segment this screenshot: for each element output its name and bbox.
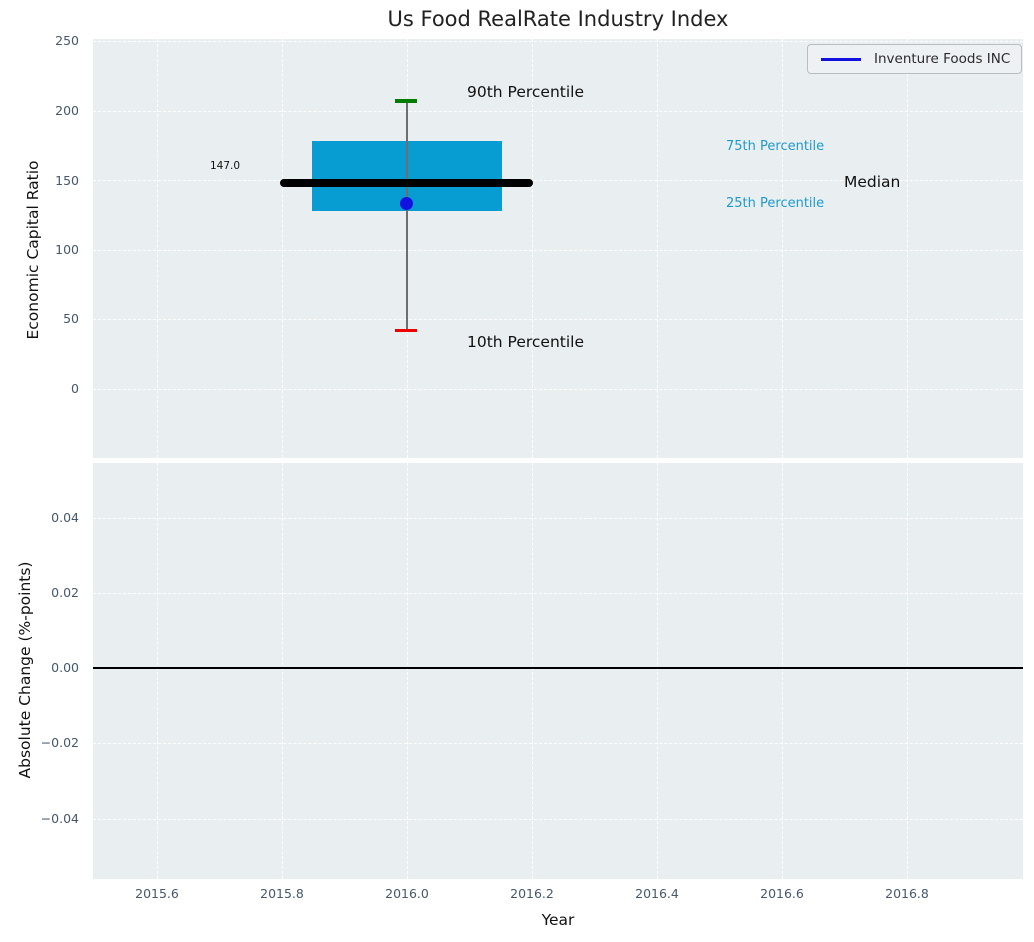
gridline xyxy=(93,319,1023,320)
gridline xyxy=(93,518,1023,519)
legend-line-sample xyxy=(821,58,861,61)
x-tick-label: 2016.4 xyxy=(617,886,697,902)
gridline xyxy=(157,39,158,458)
gridline xyxy=(782,39,783,458)
gridline xyxy=(907,39,908,458)
gridline xyxy=(93,819,1023,820)
gridline xyxy=(782,463,783,879)
x-tick-label: 2016.6 xyxy=(742,886,822,902)
gridline xyxy=(907,463,908,879)
gridline xyxy=(282,39,283,458)
boxplot-90th-cap xyxy=(395,99,417,103)
gridline xyxy=(657,463,658,879)
annotation-median-value: 147.0 xyxy=(199,160,251,172)
x-tick-label: 2016.0 xyxy=(367,886,447,902)
y-tick-label: 0.02 xyxy=(0,585,79,601)
x-tick-label: 2015.8 xyxy=(242,886,322,902)
gridline xyxy=(93,743,1023,744)
gridline xyxy=(93,250,1023,251)
bottom-y-axis-label: Absolute Change (%-points) xyxy=(16,562,34,779)
gridline xyxy=(93,593,1023,594)
boxplot-whisker-line xyxy=(406,101,408,332)
annotation-25th-percentile: 25th Percentile xyxy=(726,196,824,211)
gridline xyxy=(93,389,1023,390)
y-tick-label: 0.04 xyxy=(0,510,79,526)
x-tick-label: 2015.6 xyxy=(117,886,197,902)
boxplot-10th-cap xyxy=(395,329,417,332)
y-tick-label: −0.02 xyxy=(0,735,79,751)
figure: Us Food RealRate Industry Index 90th Per… xyxy=(0,0,1034,942)
y-tick-label: 0 xyxy=(0,381,79,397)
legend: Inventure Foods INC xyxy=(807,44,1022,74)
chart-title: Us Food RealRate Industry Index xyxy=(93,7,1023,31)
gridline xyxy=(532,463,533,879)
boxplot-median-line xyxy=(280,179,533,187)
y-tick-label: −0.04 xyxy=(0,811,79,827)
y-tick-label: 250 xyxy=(0,33,79,49)
gridline xyxy=(282,463,283,879)
company-data-point xyxy=(400,197,413,210)
gridline xyxy=(93,111,1023,112)
x-axis-label: Year xyxy=(93,911,1023,929)
annotation-75th-percentile: 75th Percentile xyxy=(726,139,824,154)
y-tick-label: 200 xyxy=(0,103,79,119)
gridline xyxy=(407,463,408,879)
gridline xyxy=(532,39,533,458)
x-tick-label: 2016.8 xyxy=(867,886,947,902)
legend-label: Inventure Foods INC xyxy=(874,51,1010,67)
annotation-median: Median xyxy=(844,173,900,191)
x-tick-label: 2016.2 xyxy=(492,886,572,902)
annotation-10th-percentile: 10th Percentile xyxy=(467,333,584,351)
y-tick-label: 0.00 xyxy=(0,660,79,676)
gridline xyxy=(657,39,658,458)
gridline xyxy=(93,41,1023,42)
bottom-plot-area xyxy=(93,463,1023,879)
zero-baseline xyxy=(93,667,1023,669)
annotation-90th-percentile: 90th Percentile xyxy=(467,83,584,101)
gridline xyxy=(157,463,158,879)
top-plot-area: 90th Percentile 10th Percentile 75th Per… xyxy=(93,39,1023,458)
top-y-axis-label: Economic Capital Ratio xyxy=(24,160,42,339)
